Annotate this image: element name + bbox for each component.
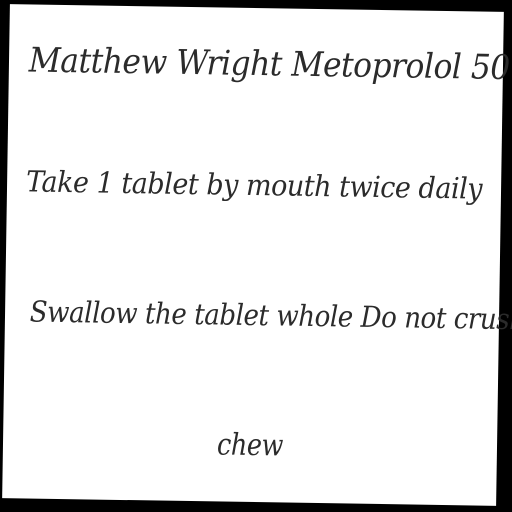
dosage-instruction-line: Take 1 tablet by mouth twice daily — [25, 164, 483, 206]
patient-medication-line: Matthew Wright Metoprolol 50 mg — [28, 40, 512, 89]
swallow-instruction-line: Swallow the tablet whole Do not crush or — [29, 294, 512, 337]
photo-frame: Matthew Wright Metoprolol 50 mg Take 1 t… — [0, 0, 512, 512]
prescription-label: Matthew Wright Metoprolol 50 mg Take 1 t… — [2, 4, 512, 506]
swallow-instruction-continuation: chew — [216, 427, 284, 464]
